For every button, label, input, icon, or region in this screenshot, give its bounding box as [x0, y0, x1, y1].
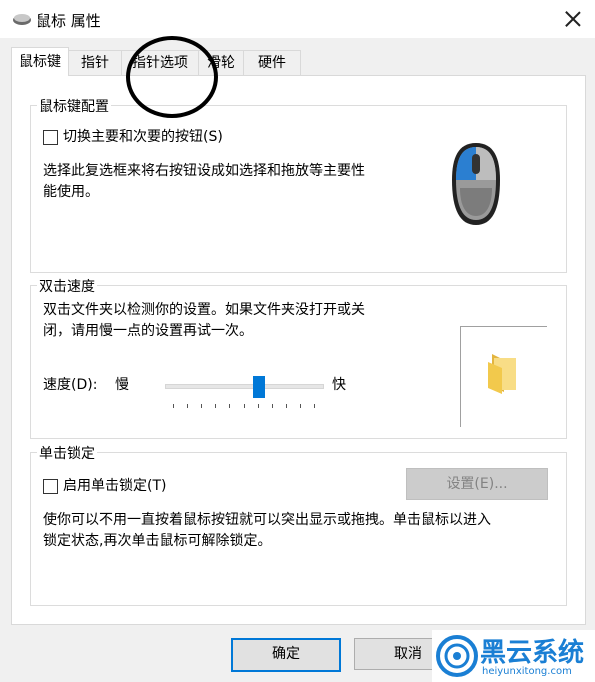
watermark-brand: 黑云系统 [480, 638, 585, 668]
speed-slider-thumb[interactable] [253, 376, 266, 398]
double-click-group-label: 双击速度 [37, 276, 97, 296]
button-config-description-line1: 选择此复选框来将右按钮设成如选择和拖放等主要性 [43, 163, 365, 179]
slider-tick [201, 404, 203, 408]
window-title: 鼠标 属性 [36, 12, 101, 30]
slider-tick [243, 404, 245, 408]
button-config-description-line2: 能使用。 [43, 184, 99, 200]
ok-button[interactable]: 确定 [231, 638, 341, 672]
cloud-logo-icon [436, 635, 478, 677]
slow-label: 慢 [115, 377, 129, 393]
click-lock-settings-button[interactable]: 设置(E)... [406, 468, 548, 500]
slider-tick [215, 404, 217, 408]
swap-buttons-checkbox[interactable] [43, 130, 58, 145]
tab-mouse-buttons[interactable]: 鼠标键 [11, 47, 69, 76]
double-click-description-line2: 闭，请用慢一点的设置再试一次。 [43, 323, 253, 339]
slider-tick [229, 404, 231, 408]
button-config-group-label: 鼠标键配置 [37, 96, 111, 116]
slider-tick [299, 404, 301, 408]
click-lock-description-line1: 使你可以不用一直按着鼠标按钮就可以突出显示或拖拽。单击鼠标以进入 [43, 512, 491, 528]
tab-hardware[interactable]: 硬件 [243, 50, 301, 75]
tab-wheel[interactable]: 滑轮 [198, 50, 244, 75]
tab-pointer-options[interactable]: 指针选项 [121, 50, 199, 75]
double-click-description-line1: 双击文件夹以检测你的设置。如果文件夹没打开或关 [43, 302, 365, 318]
slider-tick [173, 404, 174, 408]
close-icon[interactable] [560, 6, 586, 32]
title-bar: 鼠标 属性 [0, 0, 595, 38]
click-lock-checkbox[interactable] [43, 479, 58, 494]
speed-label: 速度(D): [43, 377, 98, 393]
swap-buttons-label[interactable]: 切换主要和次要的按钮(S) [63, 127, 223, 147]
speed-slider-track[interactable] [165, 384, 324, 389]
mouse-illustration-icon [452, 143, 500, 225]
folder-icon[interactable] [484, 352, 520, 394]
slider-tick [271, 404, 273, 408]
mouse-app-icon [13, 14, 31, 25]
slider-tick [314, 404, 315, 408]
click-lock-label[interactable]: 启用单击锁定(T) [63, 476, 166, 496]
click-lock-description-line2: 锁定状态,再次单击鼠标可解除锁定。 [43, 533, 272, 549]
slider-tick [187, 404, 189, 408]
watermark-url: heiyunxitong.com [482, 666, 572, 677]
click-lock-group-label: 单击锁定 [37, 443, 97, 463]
watermark: 黑云系统 heiyunxitong.com [432, 630, 595, 682]
slider-tick [257, 404, 259, 408]
slider-tick [285, 404, 287, 408]
fast-label: 快 [332, 377, 346, 393]
tab-pointers[interactable]: 指针 [68, 50, 122, 75]
